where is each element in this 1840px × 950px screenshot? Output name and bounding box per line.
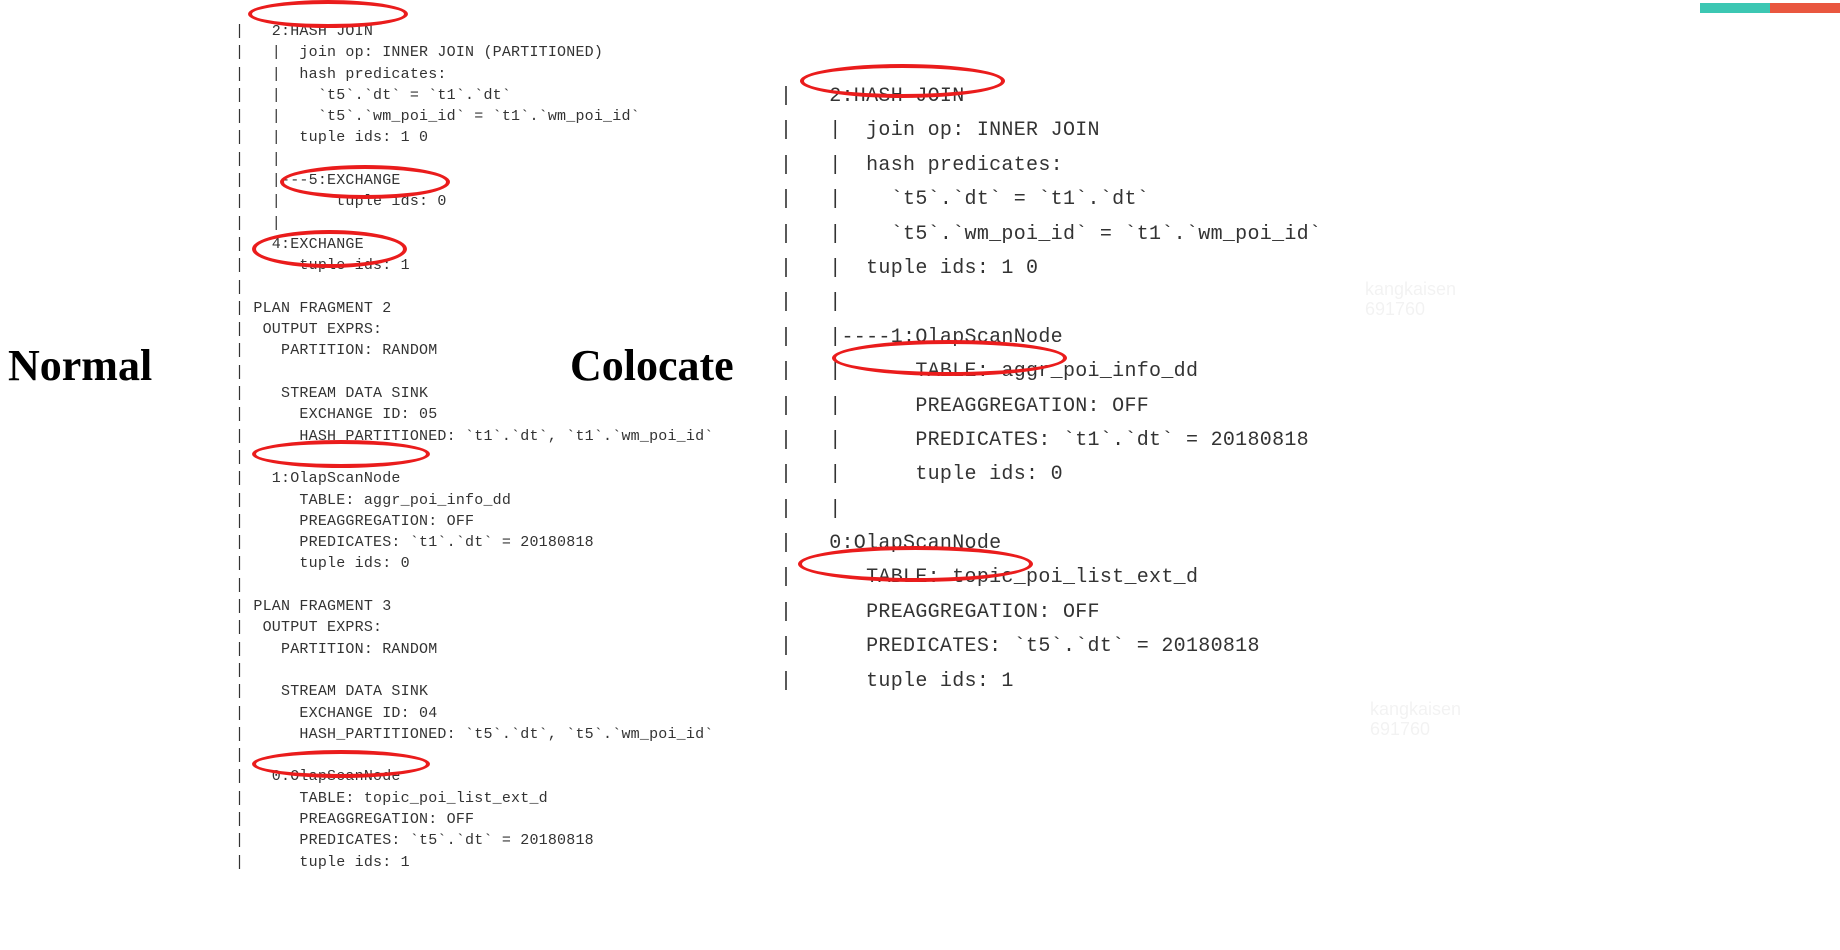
- watermark-a: kangkaisen 691760: [1365, 280, 1456, 320]
- accent-red: [1770, 3, 1840, 13]
- watermark-line2: 691760: [1370, 719, 1430, 739]
- title-normal: Normal: [8, 340, 152, 391]
- accent-teal: [1700, 3, 1770, 13]
- watermark-line1: kangkaisen: [1365, 279, 1456, 299]
- colocate-plan-text: | 2:HASH JOIN | | join op: INNER JOIN | …: [780, 80, 1321, 699]
- watermark-line2: 691760: [1365, 299, 1425, 319]
- normal-plan-text: | 2:HASH JOIN | | join op: INNER JOIN (P…: [235, 21, 713, 873]
- watermark-line1: kangkaisen: [1370, 699, 1461, 719]
- watermark-b: kangkaisen 691760: [1370, 700, 1461, 740]
- slide-canvas: Normal Colocate | 2:HASH JOIN | | join o…: [0, 0, 1840, 950]
- accent-bar: [1700, 0, 1840, 10]
